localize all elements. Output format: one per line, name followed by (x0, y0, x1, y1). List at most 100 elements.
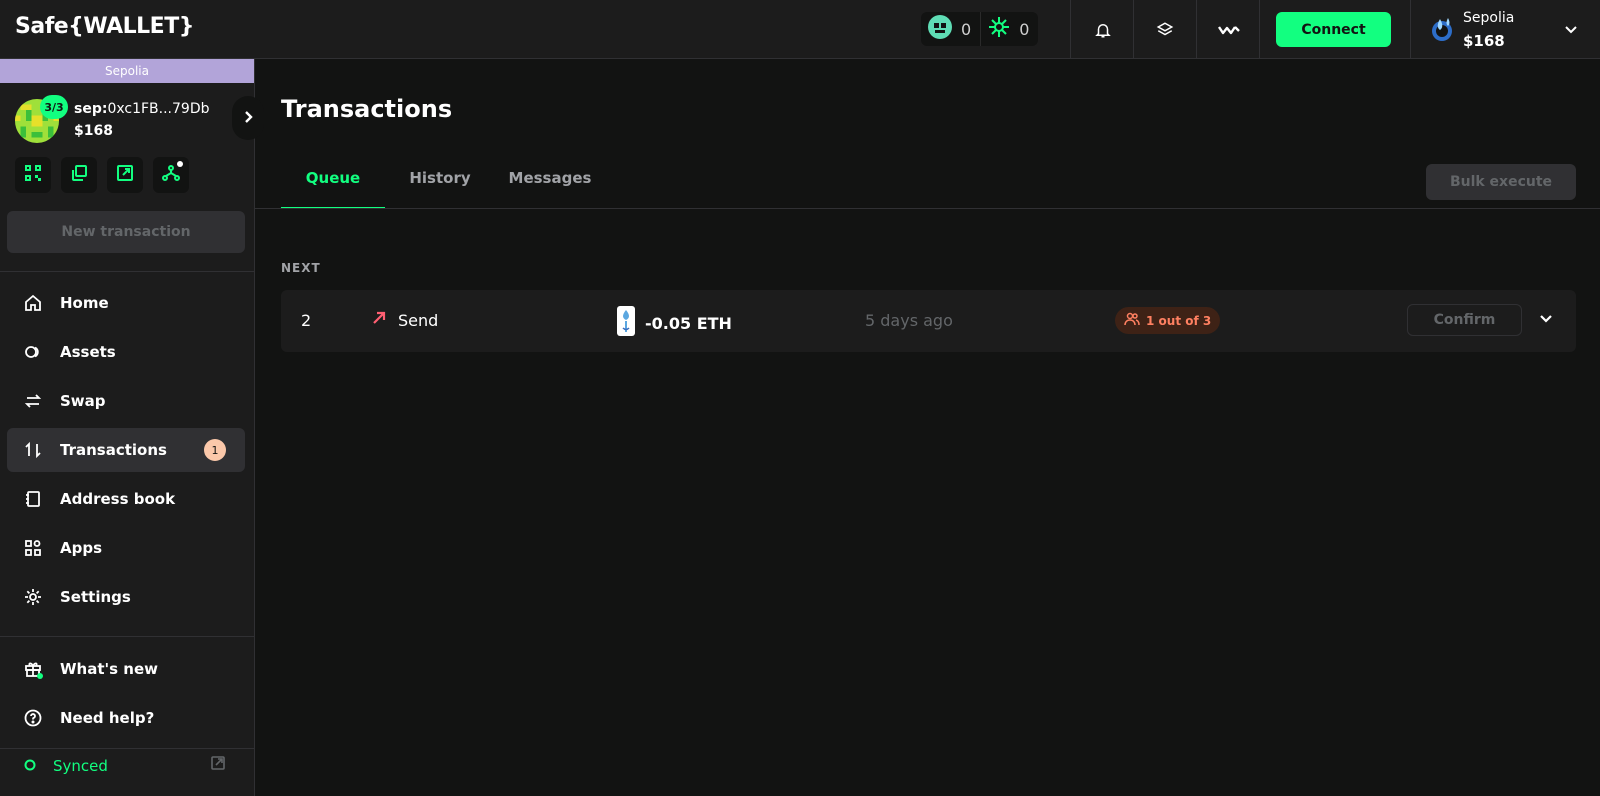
safe-address-value: 0xc1FB...79Db (107, 101, 210, 117)
external-link-icon[interactable] (210, 755, 226, 775)
tx-type-label: Send (398, 310, 439, 330)
nav-label: Address book (60, 490, 176, 508)
tx-amount-value: -0.05 ETH (645, 313, 732, 333)
home-icon (23, 293, 43, 313)
nav-label: Swap (60, 392, 106, 410)
transaction-row[interactable]: 2 Send -0.05 ETH 5 days ago 1 out of 3 C… (281, 290, 1576, 352)
tab-history[interactable]: History (385, 160, 495, 209)
walletconnect-icon[interactable] (1217, 18, 1241, 42)
safe-pass-icon (927, 14, 953, 44)
status-dot-icon (24, 756, 36, 775)
tabs-divider (255, 208, 1600, 209)
divider (1070, 0, 1071, 58)
qr-code-icon (24, 164, 42, 186)
sync-status-label: Synced (53, 756, 108, 775)
bulk-execute-button[interactable]: Bulk execute (1426, 164, 1576, 200)
confirmations-badge: 1 out of 3 (1115, 307, 1221, 334)
open-explorer-button[interactable] (107, 157, 143, 193)
nav-item-whats-new[interactable]: What's new (7, 647, 245, 691)
tree-icon (162, 164, 180, 186)
nav-item-need-help[interactable]: Need help? (7, 696, 245, 740)
signers-icon (1124, 311, 1140, 330)
divider (0, 748, 254, 749)
section-label: NEXT (281, 261, 321, 275)
chevron-down-icon (1538, 310, 1554, 330)
safe-pass-counter[interactable]: 0 (921, 12, 980, 46)
tree-view-button[interactable] (153, 157, 189, 193)
top-bar: Safe{WALLET} 0 0 Connect Sepolia $168 (0, 0, 1600, 59)
pending-count-badge: 1 (204, 439, 226, 461)
tx-type: Send (371, 310, 438, 330)
spark-counter[interactable]: 0 (980, 12, 1038, 46)
new-transaction-button[interactable]: New transaction (7, 211, 245, 253)
help-icon (23, 708, 43, 728)
tab-messages[interactable]: Messages (495, 160, 605, 209)
nav-label: Assets (60, 343, 116, 361)
nav-item-assets[interactable]: Assets (7, 330, 245, 374)
eth-token-icon (617, 306, 635, 340)
safe-address[interactable]: sep:0xc1FB...79Db (74, 101, 210, 117)
nav-label: Home (60, 294, 109, 312)
nav-label: Transactions (60, 441, 167, 459)
transactions-icon (23, 440, 43, 460)
chevron-down-icon (1563, 21, 1579, 41)
copy-icon (70, 164, 88, 186)
divider (1259, 0, 1260, 58)
connect-button[interactable]: Connect (1276, 12, 1391, 47)
confirm-button[interactable]: Confirm (1407, 304, 1522, 336)
nav-item-transactions[interactable]: Transactions 1 (7, 428, 245, 472)
nav-label: Settings (60, 588, 131, 606)
page-title: Transactions (281, 95, 453, 123)
rewards-counters: 0 0 (921, 12, 1039, 46)
network-selector[interactable]: Sepolia $168 (1423, 6, 1593, 52)
network-name: Sepolia (1463, 10, 1515, 26)
tx-nonce: 2 (301, 311, 312, 330)
safe-pass-count: 0 (961, 19, 972, 39)
app-logo[interactable]: Safe{WALLET} (15, 14, 194, 39)
divider (1410, 0, 1411, 58)
nav-item-address-book[interactable]: Address book (7, 477, 245, 521)
divider (0, 636, 254, 637)
apps-icon (23, 538, 43, 558)
spark-icon (987, 15, 1011, 43)
qr-code-button[interactable] (15, 157, 51, 193)
divider (0, 271, 254, 272)
safe-actions (15, 157, 189, 193)
notification-dot (177, 161, 183, 167)
sidebar: Sepolia 3/3 sep:0xc1FB...79Db $168 New t… (0, 59, 264, 796)
copy-address-button[interactable] (61, 157, 97, 193)
settings-icon (23, 587, 43, 607)
nav-item-apps[interactable]: Apps (7, 526, 245, 570)
divider (1133, 0, 1134, 58)
nav-item-swap[interactable]: Swap (7, 379, 245, 423)
tx-amount: -0.05 ETH (617, 306, 732, 340)
network-balance: $168 (1463, 32, 1505, 50)
outgoing-arrow-icon (371, 310, 387, 330)
nav-label: Apps (60, 539, 103, 557)
expand-sidebar-button[interactable] (232, 96, 264, 140)
nav-label: Need help? (60, 709, 155, 727)
threshold-badge: 3/3 (40, 95, 68, 119)
external-link-icon (116, 164, 134, 186)
assets-icon (23, 342, 43, 362)
tx-timestamp: 5 days ago (865, 311, 953, 330)
address-book-icon (23, 489, 43, 509)
nav-item-settings[interactable]: Settings (7, 575, 245, 619)
chain-indicator: Sepolia (0, 59, 254, 83)
gift-icon (23, 659, 43, 679)
nav-item-home[interactable]: Home (7, 281, 245, 325)
layers-icon[interactable] (1153, 18, 1177, 42)
chevron-right-icon (241, 109, 255, 128)
new-indicator-dot (37, 673, 43, 679)
swap-icon (23, 391, 43, 411)
safe-balance: $168 (74, 123, 113, 139)
bell-icon[interactable] (1091, 18, 1115, 42)
chain-prefix: sep: (74, 101, 108, 117)
expand-row-button[interactable] (1536, 310, 1556, 330)
confirmations-label: 1 out of 3 (1146, 313, 1212, 328)
nav-label: What's new (60, 660, 158, 678)
divider (1196, 0, 1197, 58)
tab-queue[interactable]: Queue (281, 160, 385, 209)
network-logo-icon (1429, 16, 1455, 46)
spark-count: 0 (1019, 19, 1030, 39)
